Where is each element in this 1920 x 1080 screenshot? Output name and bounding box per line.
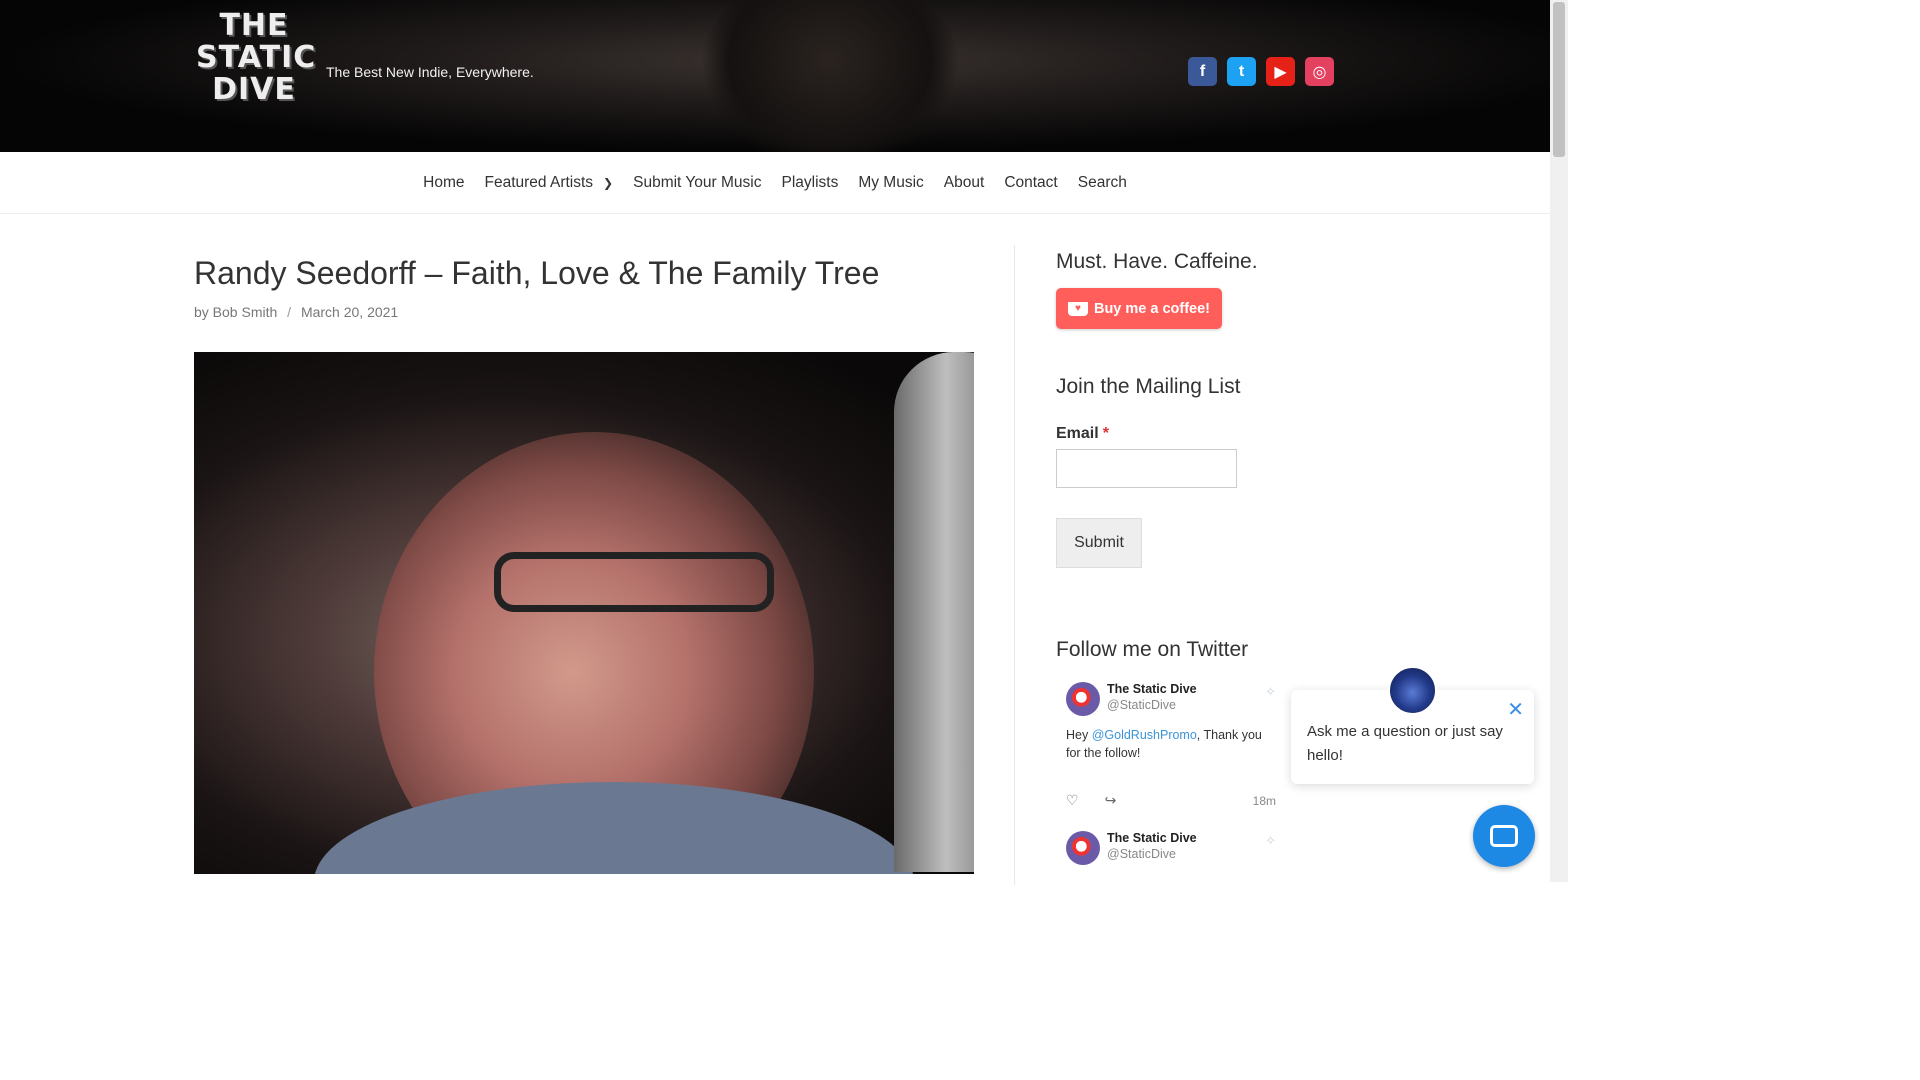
nav-item-search[interactable]: Search <box>1068 174 1137 192</box>
twitter-bird-icon[interactable]: ✧ <box>1265 684 1276 700</box>
sidebar: Must. Have. Caffeine. ♥ Buy me a coffee!… <box>1056 250 1286 865</box>
chat-launcher-button[interactable] <box>1473 805 1535 867</box>
coffee-cup-icon: ♥ <box>1067 301 1088 316</box>
close-icon[interactable]: ✕ <box>1507 700 1524 720</box>
page-scrollbar[interactable] <box>1550 0 1568 882</box>
nav-item-home[interactable]: Home <box>413 174 474 192</box>
tweet-author-name[interactable]: The Static Dive <box>1107 831 1276 845</box>
featured-image <box>194 352 974 874</box>
main-nav: Home Featured Artists ❯ Submit Your Music… <box>0 152 1550 214</box>
twitter-bird-icon[interactable]: ✧ <box>1265 833 1276 849</box>
buy-me-a-coffee-button[interactable]: ♥ Buy me a coffee! <box>1056 288 1222 329</box>
tweet-timestamp[interactable]: 18m <box>1253 794 1276 808</box>
chat-icon <box>1490 825 1518 847</box>
tweet-author-name[interactable]: The Static Dive <box>1107 682 1276 696</box>
tweet-actions: ♡ ↪ 18m <box>1066 792 1276 809</box>
site-header: THE STATIC DIVE The Best New Indie, Everyw… <box>0 0 1550 152</box>
facebook-icon[interactable]: f <box>1188 57 1217 86</box>
twitter-heading: Follow me on Twitter <box>1056 638 1249 661</box>
twitter-icon[interactable]: t <box>1227 57 1256 86</box>
youtube-icon[interactable]: ▶ <box>1266 57 1295 86</box>
post-meta: by Bob Smith / March 20, 2021 <box>194 304 984 320</box>
avatar[interactable] <box>1066 831 1100 865</box>
chat-agent-avatar <box>1388 666 1437 715</box>
tweet-author-handle[interactable]: @StaticDive <box>1107 698 1276 712</box>
nav-item-my-music[interactable]: My Music <box>848 174 933 192</box>
nav-item-contact[interactable]: Contact <box>994 174 1067 192</box>
email-field[interactable] <box>1056 449 1237 488</box>
sidebar-divider <box>1014 245 1015 885</box>
submit-button[interactable]: Submit <box>1056 518 1142 568</box>
post-title: Randy Seedorff – Faith, Love & The Famil… <box>194 255 880 291</box>
avatar[interactable] <box>1066 682 1100 716</box>
required-marker: * <box>1102 425 1109 442</box>
email-label: Email * <box>1056 425 1109 442</box>
nav-item-about[interactable]: About <box>934 174 995 192</box>
scrollbar-thumb[interactable] <box>1553 2 1565 157</box>
like-icon[interactable]: ♡ <box>1066 792 1079 809</box>
tweet: The Static Dive @StaticDive ✧ Hey @GoldR… <box>1066 682 1276 809</box>
tweet: The Static Dive @StaticDive ✧ <box>1066 831 1276 865</box>
meta-separator: / <box>287 304 292 320</box>
mailing-list-heading: Join the Mailing List <box>1056 375 1241 398</box>
post-content: Randy Seedorff – Faith, Love & The Famil… <box>194 250 984 874</box>
tweet-author-handle[interactable]: @StaticDive <box>1107 847 1276 861</box>
post-date[interactable]: March 20, 2021 <box>301 304 398 320</box>
tweet-mention-link[interactable]: @GoldRushPromo <box>1092 728 1197 742</box>
caffeine-heading: Must. Have. Caffeine. <box>1056 250 1258 273</box>
chat-message: Ask me a question or just say hello! <box>1307 723 1503 764</box>
share-icon[interactable]: ↪ <box>1105 792 1117 809</box>
instagram-icon[interactable]: ◎ <box>1305 57 1334 86</box>
social-links: f t ▶ ◎ <box>1188 57 1334 86</box>
tweet-text: Hey @GoldRushPromo, Thank you for the fo… <box>1066 728 1262 760</box>
nav-item-featured-artists[interactable]: Featured Artists ❯ <box>475 174 624 192</box>
header-background-image <box>700 0 960 152</box>
nav-item-submit-your-music[interactable]: Submit Your Music <box>623 174 771 192</box>
site-logo[interactable]: THE STATIC DIVE <box>196 10 315 106</box>
post-author[interactable]: by Bob Smith <box>194 304 277 320</box>
chevron-down-icon[interactable]: ❯ <box>603 176 613 190</box>
site-tagline: The Best New Indie, Everywhere. <box>326 64 534 80</box>
nav-item-playlists[interactable]: Playlists <box>771 174 848 192</box>
